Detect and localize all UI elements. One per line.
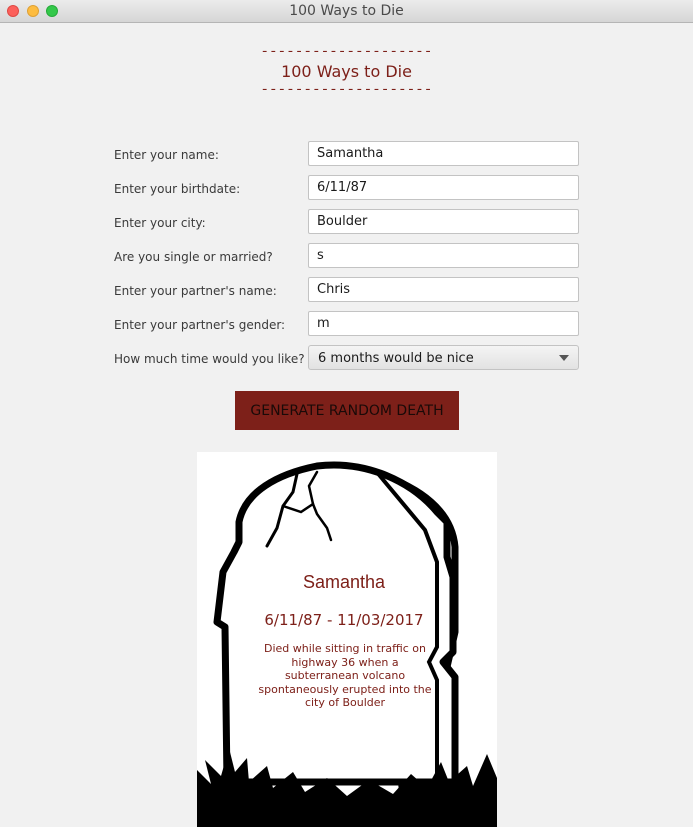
window-title: 100 Ways to Die (289, 3, 404, 19)
status-input[interactable] (308, 243, 579, 268)
status-label: Are you single or married? (114, 250, 273, 264)
tombstone-dates: 6/11/87 - 11/03/2017 (264, 611, 424, 629)
city-input[interactable] (308, 209, 579, 234)
partner-name-input[interactable] (308, 277, 579, 302)
status-row: Are you single or married? (0, 243, 693, 269)
time-dropdown-value: 6 months would be nice (318, 351, 474, 366)
partner-name-row: Enter your partner's name: (0, 277, 693, 303)
title-dashes-bottom: -------------------- (260, 82, 433, 98)
time-dropdown[interactable]: 6 months would be nice (308, 345, 579, 370)
name-row: Enter your name: (0, 141, 693, 167)
birthdate-label: Enter your birthdate: (114, 182, 241, 196)
title-dashes-top: -------------------- (260, 44, 433, 60)
tombstone-image: Samantha 6/11/87 - 11/03/2017 Died while… (197, 452, 497, 827)
name-label: Enter your name: (114, 148, 219, 162)
birthdate-input[interactable] (308, 175, 579, 200)
chevron-down-icon (559, 355, 569, 361)
tombstone-name: Samantha (302, 572, 386, 592)
generate-random-death-button[interactable]: GENERATE RANDOM DEATH (235, 391, 459, 430)
tombstone-cause-of-death: Died while sitting in traffic on highway… (258, 642, 432, 709)
page-title: 100 Ways to Die (281, 62, 412, 81)
city-row: Enter your city: (0, 209, 693, 235)
partner-gender-label: Enter your partner's gender: (114, 318, 286, 332)
time-row: How much time would you like? 6 months w… (0, 345, 693, 371)
partner-gender-row: Enter your partner's gender: (0, 311, 693, 337)
partner-name-label: Enter your partner's name: (114, 284, 277, 298)
tombstone-graphic (197, 461, 497, 827)
birthdate-row: Enter your birthdate: (0, 175, 693, 201)
title-bar: 100 Ways to Die (0, 0, 693, 23)
city-label: Enter your city: (114, 216, 206, 230)
partner-gender-input[interactable] (308, 311, 579, 336)
time-label: How much time would you like? (114, 352, 305, 366)
name-input[interactable] (308, 141, 579, 166)
